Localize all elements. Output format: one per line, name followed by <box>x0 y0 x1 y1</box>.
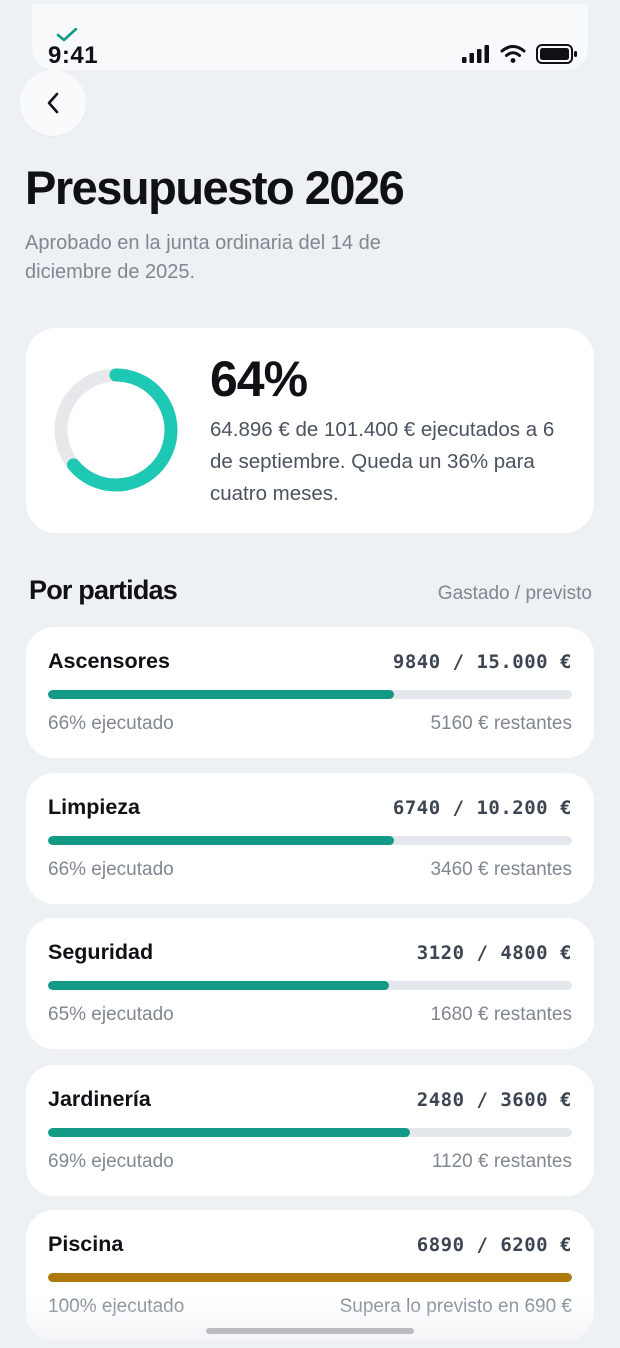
section-title: Por partidas <box>29 575 178 605</box>
item-amount: 3120 / 4800 € <box>416 942 572 964</box>
item-name: Piscina <box>48 1232 124 1256</box>
item-amount: 6890 / 6200 € <box>416 1234 572 1256</box>
item-remaining: Supera lo previsto en 690 € <box>339 1296 572 1317</box>
progress-track <box>48 981 572 990</box>
item-remaining: 3460 € restantes <box>430 859 572 880</box>
status-icons <box>462 44 578 64</box>
summary-description: 64.896 € de 101.400 € ejecutados a 6 de … <box>210 418 555 505</box>
check-icon <box>56 28 78 42</box>
item-name: Jardinería <box>48 1087 151 1111</box>
status-bar: 9:41 <box>32 4 588 70</box>
item-remaining: 5160 € restantes <box>430 713 572 734</box>
budget-item-card[interactable]: Jardinería 2480 / 3600 € 69% ejecutado 1… <box>26 1065 594 1196</box>
progress-fill <box>48 1273 572 1282</box>
status-time: 9:41 <box>48 42 99 69</box>
item-percent: 66% ejecutado <box>48 859 174 880</box>
wifi-icon <box>500 45 526 63</box>
progress-track <box>48 690 572 699</box>
progress-donut <box>54 368 178 492</box>
budget-item-card[interactable]: Piscina 6890 / 6200 € 100% ejecutado Sup… <box>26 1210 594 1341</box>
item-name: Limpieza <box>48 795 140 819</box>
budget-item-card[interactable]: Limpieza 6740 / 10.200 € 66% ejecutado 3… <box>26 773 594 904</box>
budget-item-card[interactable]: Seguridad 3120 / 4800 € 65% ejecutado 16… <box>26 918 594 1049</box>
section-hint: Gastado / previsto <box>437 583 592 604</box>
signal-icon <box>462 45 489 63</box>
chevron-left-icon <box>47 92 59 114</box>
item-name: Seguridad <box>48 940 154 964</box>
progress-track <box>48 1128 572 1137</box>
item-amount: 2480 / 3600 € <box>416 1089 572 1111</box>
item-remaining: 1120 € restantes <box>431 1151 572 1172</box>
item-percent: 100% ejecutado <box>48 1296 185 1317</box>
progress-fill <box>48 836 394 845</box>
summary-percent: 64% <box>210 351 308 407</box>
page-subtitle: Aprobado en la junta ordinaria del 14 de… <box>25 232 381 283</box>
item-amount: 6740 / 10.200 € <box>392 797 572 819</box>
page-title: Presupuesto 2026 <box>25 161 405 214</box>
budget-item-card[interactable]: Ascensores 9840 / 15.000 € 66% ejecutado… <box>26 627 594 758</box>
home-indicator[interactable] <box>206 1328 414 1334</box>
item-percent: 65% ejecutado <box>48 1004 174 1025</box>
item-percent: 66% ejecutado <box>48 713 174 734</box>
item-remaining: 1680 € restantes <box>430 1004 572 1025</box>
progress-track <box>48 836 572 845</box>
battery-icon <box>536 44 577 64</box>
progress-fill <box>48 981 389 990</box>
progress-track <box>48 1273 572 1282</box>
summary-card: 64% 64.896 € de 101.400 € ejecutados a 6… <box>26 328 594 533</box>
item-amount: 9840 / 15.000 € <box>392 651 572 673</box>
progress-fill <box>48 1128 410 1137</box>
item-name: Ascensores <box>48 649 170 673</box>
item-percent: 69% ejecutado <box>48 1151 174 1172</box>
progress-fill <box>48 690 394 699</box>
back-button[interactable] <box>20 70 86 136</box>
